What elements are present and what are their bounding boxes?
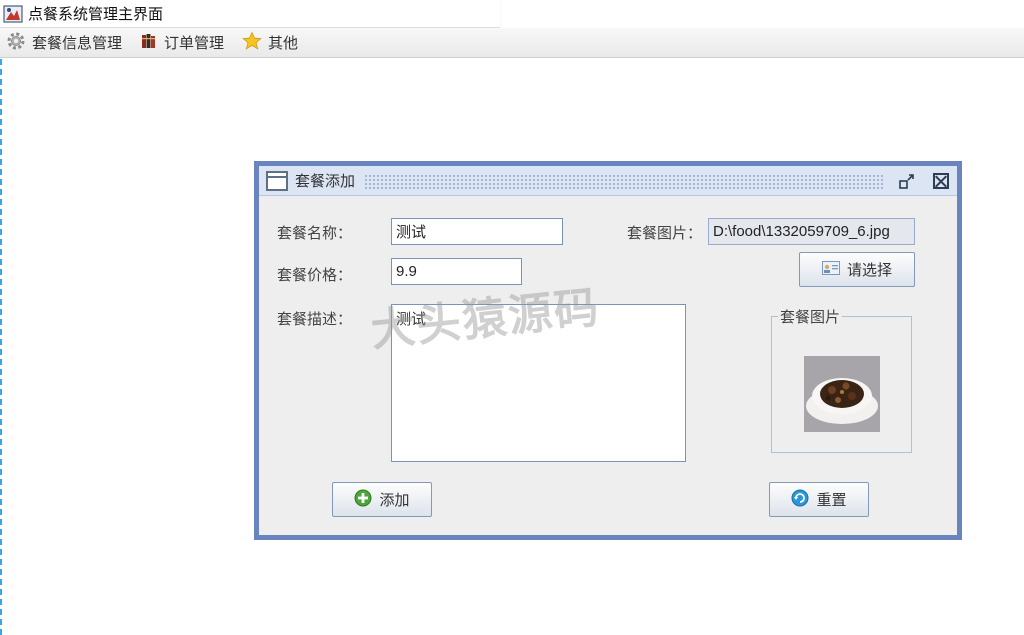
image-path-field xyxy=(708,218,915,245)
name-label: 套餐名称： xyxy=(277,224,353,242)
menu-food-info-label: 套餐信息管理 xyxy=(32,34,123,52)
books-icon xyxy=(140,32,158,54)
image-group-title: 套餐图片 xyxy=(780,308,841,326)
desktop-left-border xyxy=(0,59,2,635)
plus-circle-icon xyxy=(354,489,372,511)
menu-other[interactable]: 其他 xyxy=(242,31,298,55)
image-preview-group: 套餐图片 xyxy=(771,306,912,453)
image-label: 套餐图片： xyxy=(627,224,703,242)
title-bar-texture xyxy=(364,174,884,190)
reset-button[interactable]: 重置 xyxy=(769,482,869,517)
dialog-title: 套餐添加 xyxy=(295,172,356,190)
menu-orders[interactable]: 订单管理 xyxy=(140,32,224,54)
menu-food-info[interactable]: 套餐信息管理 xyxy=(6,31,122,55)
star-icon xyxy=(242,31,262,55)
name-input[interactable] xyxy=(391,218,563,245)
add-button-label: 添加 xyxy=(379,491,410,509)
refresh-icon xyxy=(791,489,809,511)
menu-bar: 套餐信息管理 订单管理 其他 xyxy=(0,28,1024,58)
dialog-title-bar[interactable]: 套餐添加 xyxy=(259,166,957,196)
app-title-bar: 点餐系统管理主界面 xyxy=(0,0,500,28)
window-icon xyxy=(266,170,288,191)
price-label: 套餐价格： xyxy=(277,266,353,284)
reset-button-label: 重置 xyxy=(816,491,847,509)
add-button[interactable]: 添加 xyxy=(332,482,432,517)
add-meal-dialog: 套餐添加 套餐名称： 套餐价格： 套餐描述： 测试 套餐图片： xyxy=(254,161,962,540)
description-textarea[interactable]: 测试 xyxy=(391,304,686,462)
app-title: 点餐系统管理主界面 xyxy=(28,5,164,23)
menu-other-label: 其他 xyxy=(268,34,299,52)
description-label: 套餐描述： xyxy=(277,310,353,328)
app-icon xyxy=(3,4,23,24)
id-card-icon xyxy=(821,260,840,279)
menu-orders-label: 订单管理 xyxy=(164,34,225,52)
gear-icon xyxy=(6,31,26,55)
choose-image-button[interactable]: 请选择 xyxy=(799,252,915,287)
iconify-icon[interactable] xyxy=(899,173,915,189)
price-input[interactable] xyxy=(391,258,522,285)
close-icon[interactable] xyxy=(933,173,949,189)
food-image xyxy=(804,356,880,432)
choose-image-label: 请选择 xyxy=(846,261,892,279)
